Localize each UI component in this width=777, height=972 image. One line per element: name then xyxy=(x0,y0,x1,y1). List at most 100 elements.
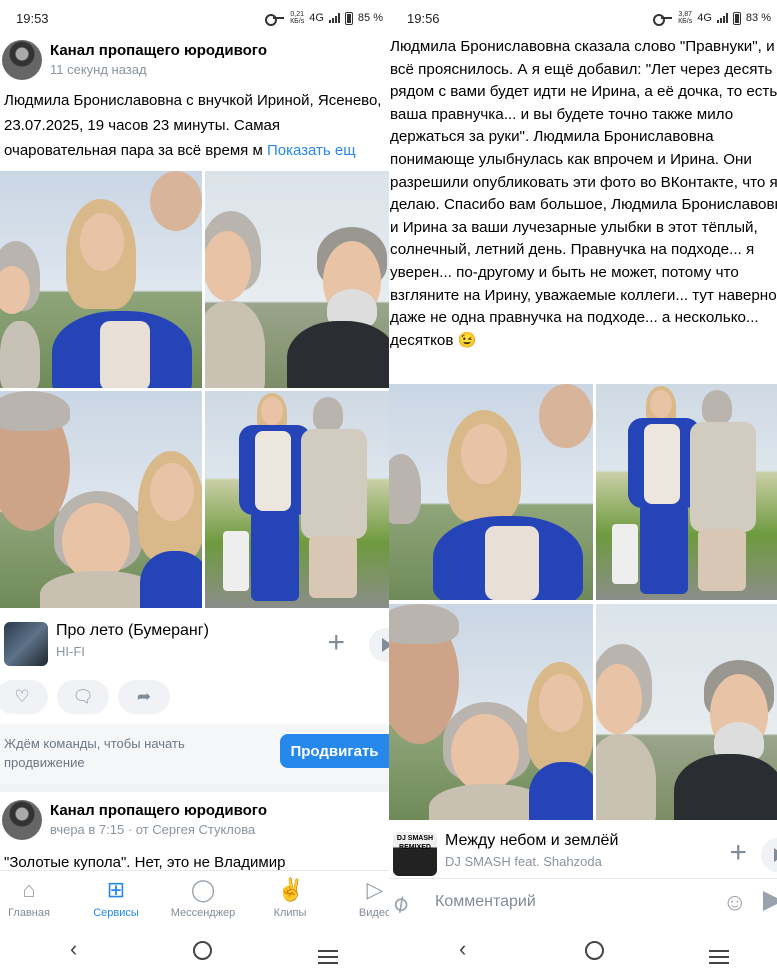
back-icon[interactable]: ‹ xyxy=(459,936,466,962)
home-circle-icon[interactable] xyxy=(193,940,212,966)
tab-video[interactable]: ▷ Видео xyxy=(336,877,389,919)
messenger-icon: ◯ xyxy=(190,877,216,902)
photo-figure xyxy=(150,463,194,521)
post-header-2[interactable]: Канал пропащего юродивого вчера в 7:15 ·… xyxy=(0,800,389,846)
photo-figure xyxy=(255,431,291,511)
emoji-icon[interactable]: ☺ xyxy=(722,889,747,917)
photo-figure xyxy=(80,213,124,271)
post-photo-3[interactable] xyxy=(389,604,593,820)
album-cover[interactable] xyxy=(4,622,48,666)
post-full-text: Людмила Брониславовна сказала слово "Пра… xyxy=(390,38,777,349)
attach-icon[interactable]: ⌀ xyxy=(389,887,414,919)
comment-icon: 🗨 xyxy=(72,687,94,706)
add-track-button[interactable]: + xyxy=(327,628,345,658)
battery-icon xyxy=(344,11,353,25)
photo-figure xyxy=(62,503,130,581)
photo-figure xyxy=(150,171,202,231)
photo-figure xyxy=(140,551,202,608)
signal-icon xyxy=(328,13,340,23)
comment-input[interactable]: Комментарий xyxy=(435,893,536,911)
post-photo-1[interactable] xyxy=(389,384,593,600)
left-screen: 19:53 0,21 КБ/s 4G 85 % Канал пропащего ю… xyxy=(0,0,389,972)
battery-level: 85 % xyxy=(357,12,383,24)
share-button[interactable]: ➦ xyxy=(118,680,170,714)
post-photo-4[interactable] xyxy=(596,604,777,820)
photo-figure xyxy=(690,422,756,532)
system-nav-bar: ‹ xyxy=(389,930,777,972)
photo-figure xyxy=(389,604,459,644)
video-icon: ▷ xyxy=(366,877,384,902)
post-time: вчера в 7:15 · от Сергея Стуклова xyxy=(50,822,256,837)
add-track-button[interactable]: + xyxy=(729,838,747,868)
photo-figure xyxy=(461,424,507,484)
post-photo-1[interactable] xyxy=(0,171,202,388)
network-type: 4G xyxy=(309,12,324,24)
post-photo-2[interactable] xyxy=(596,384,777,600)
track-artist[interactable]: DJ SMASH feat. Shahzoda xyxy=(445,854,602,869)
promote-button[interactable]: Продвигать xyxy=(280,734,389,768)
share-icon: ➦ xyxy=(136,687,152,706)
channel-name[interactable]: Канал пропащего юродивого xyxy=(50,42,267,59)
post-text: Людмила Брониславовна с внучкой Ириной, … xyxy=(4,92,382,159)
play-button[interactable] xyxy=(369,628,389,662)
photo-figure xyxy=(529,762,593,820)
track-title[interactable]: Про лето (Бумеранг) xyxy=(56,622,209,640)
services-icon: ⊞ xyxy=(106,877,126,902)
music-attachment[interactable]: DJ SMASH REMIXED Между небом и землёй DJ… xyxy=(389,828,777,880)
post-time: 11 секунд назад xyxy=(50,62,147,77)
photo-figure xyxy=(539,674,583,732)
photo-figure xyxy=(0,321,40,388)
album-cover[interactable]: DJ SMASH REMIXED xyxy=(393,832,437,876)
photo-figure xyxy=(640,504,688,594)
like-button[interactable]: ♡ xyxy=(0,680,48,714)
tab-home[interactable]: ⌂ Главная xyxy=(0,877,68,919)
post-photo-3[interactable] xyxy=(0,391,202,608)
network-speed: 0,21 КБ/s xyxy=(290,11,305,25)
recents-icon[interactable] xyxy=(709,944,729,970)
feed-divider xyxy=(0,784,389,792)
music-attachment[interactable]: Про лето (Бумеранг) HI-FI + xyxy=(0,618,389,670)
photo-figure xyxy=(313,397,343,431)
photo-figure xyxy=(539,384,593,448)
comment-button[interactable]: 🗨 xyxy=(57,680,109,714)
photo-figure xyxy=(223,531,249,591)
right-screen: 19:56 3,87 КБ/s 4G 83 % Людмила Бронислав… xyxy=(389,0,777,972)
system-nav-bar: ‹ xyxy=(0,930,389,972)
photo-figure xyxy=(261,397,283,425)
send-icon[interactable] xyxy=(763,891,777,911)
show-more-link[interactable]: Показать ещ xyxy=(267,142,356,159)
tab-services[interactable]: ⊞ Сервисы xyxy=(77,877,155,919)
photo-figure xyxy=(301,429,367,539)
photo-figure xyxy=(251,511,299,601)
network-speed: 3,87 КБ/s xyxy=(678,11,693,25)
comment-bar: ⌀ Комментарий ☺ xyxy=(389,878,777,928)
post-header[interactable]: Канал пропащего юродивого 11 секунд наза… xyxy=(0,40,389,86)
battery-icon xyxy=(732,11,741,25)
avatar[interactable] xyxy=(2,800,42,840)
post-photo-4[interactable] xyxy=(205,391,389,608)
tab-clips[interactable]: ✌ Клипы xyxy=(251,877,329,919)
play-button[interactable] xyxy=(761,838,777,872)
promo-block: Ждём команды, чтобы начать продвижение П… xyxy=(0,724,389,784)
tab-messenger[interactable]: ◯ Мессенджер xyxy=(164,877,242,919)
post-text-2: "Золотые купола". Нет, это не Владимир xyxy=(4,854,286,871)
photo-figure xyxy=(389,454,421,524)
clips-icon: ✌ xyxy=(277,877,305,902)
post-actions: ♡ 🗨 ➦ xyxy=(0,680,389,716)
home-circle-icon[interactable] xyxy=(585,940,604,966)
recents-icon[interactable] xyxy=(318,944,338,970)
channel-name[interactable]: Канал пропащего юродивого xyxy=(50,802,267,819)
avatar[interactable] xyxy=(2,40,42,80)
signal-icon xyxy=(716,13,728,23)
photo-figure xyxy=(100,321,150,388)
photo-figure xyxy=(287,321,389,388)
status-time: 19:53 xyxy=(16,11,49,26)
back-icon[interactable]: ‹ xyxy=(70,936,77,962)
photo-figure xyxy=(644,424,680,504)
status-bar: 19:56 3,87 КБ/s 4G 83 % xyxy=(389,0,777,36)
battery-level: 83 % xyxy=(745,12,771,24)
post-photo-2[interactable] xyxy=(205,171,389,388)
vpn-key-icon xyxy=(265,14,285,26)
track-artist[interactable]: HI-FI xyxy=(56,644,85,659)
track-title[interactable]: Между небом и землёй xyxy=(445,832,618,850)
